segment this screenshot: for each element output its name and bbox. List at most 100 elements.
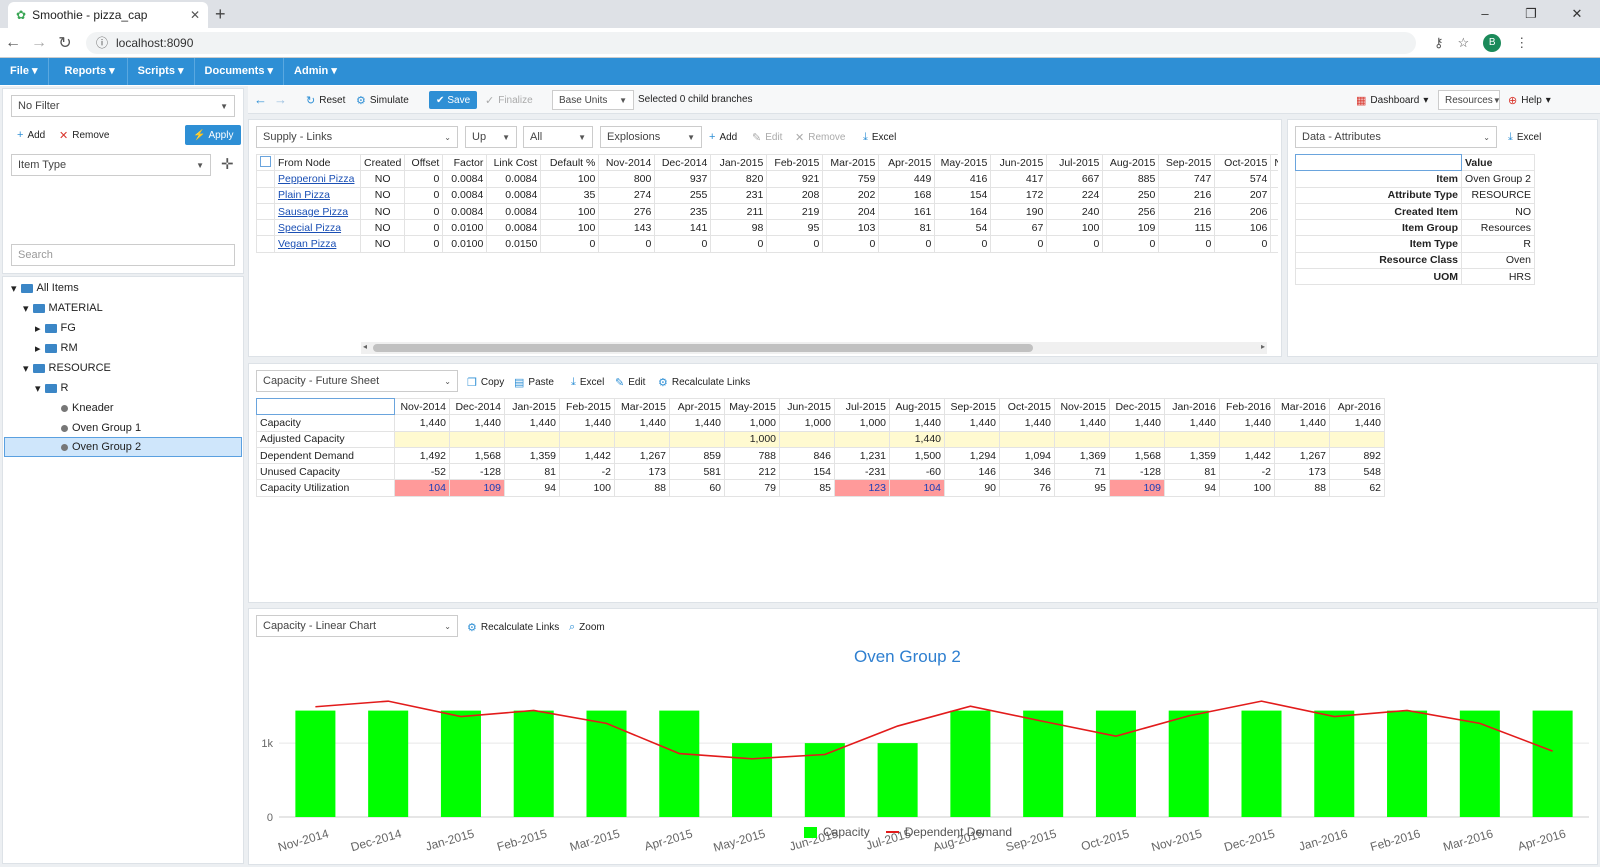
finalize-button[interactable]: ✓ Finalize	[485, 94, 533, 107]
tree-node-resource[interactable]: ▾ RESOURCE	[23, 359, 111, 377]
column-header[interactable]: Aug-2015	[1102, 154, 1160, 172]
capacity-cell[interactable]: 1,442	[1219, 446, 1275, 465]
more-menu-icon[interactable]: ⋮	[1515, 35, 1528, 51]
reload-icon[interactable]: ↻	[52, 33, 78, 53]
remove-link-button[interactable]: ✕ Remove	[795, 131, 845, 144]
attribute-filter-cell[interactable]	[1295, 153, 1462, 172]
capacity-cell[interactable]: 1,440	[889, 414, 945, 432]
attribute-row[interactable]: Attribute Type RESOURCE	[1295, 186, 1535, 204]
capacity-row[interactable]: Unused Capacity -52 -128 81 -2 173 581 212 154 -2…	[256, 463, 1385, 481]
apply-button[interactable]: ⚡ Apply	[185, 125, 242, 145]
star-icon[interactable]: ☆	[1458, 35, 1470, 51]
scroll-right-icon[interactable]: ▸	[1261, 342, 1265, 351]
collapse-arrow-icon[interactable]: ▾	[35, 382, 41, 395]
capacity-cell[interactable]: 173	[614, 463, 670, 481]
menu-admin[interactable]: Admin ▾	[284, 58, 347, 85]
tree-node-all-items[interactable]: ▾ All Items	[11, 279, 79, 297]
supply-excel-button[interactable]: ⤓ Excel	[863, 131, 896, 144]
menu-reports[interactable]: Reports ▾	[49, 58, 128, 85]
close-tab-icon[interactable]: ✕	[190, 8, 200, 22]
move-icon[interactable]: ✛	[221, 155, 234, 173]
capacity-cell[interactable]: 94	[1164, 479, 1220, 497]
from-node-link[interactable]: Plain Pizza	[278, 189, 330, 201]
capacity-cell[interactable]: 548	[1329, 463, 1385, 481]
reset-button[interactable]: ↻ Reset	[306, 94, 345, 107]
capacity-cell[interactable]	[1274, 430, 1330, 448]
table-row[interactable]: Sausage Pizza NO 0 0.0084 0.0084 100 276 235 211…	[256, 202, 1278, 221]
capacity-cell[interactable]	[1164, 430, 1220, 448]
capacity-cell[interactable]: 1,267	[1274, 446, 1330, 465]
column-header[interactable]: Dec-2014	[654, 154, 712, 172]
capacity-cell[interactable]	[559, 430, 615, 448]
capacity-cell[interactable]: 1,440	[559, 414, 615, 432]
capacity-row[interactable]: Adjusted Capacity 1,000 1,440	[256, 430, 1385, 448]
row-select-cell[interactable]	[256, 235, 275, 253]
resources-select[interactable]: Resources ▼	[1438, 90, 1501, 110]
help-button[interactable]: ⊕ Help ▾	[1508, 94, 1551, 107]
simulate-button[interactable]: ⚙ Simulate	[356, 94, 409, 107]
capacity-cell[interactable]: 1,369	[1054, 446, 1110, 465]
capacity-cell[interactable]: -52	[394, 463, 450, 481]
legend-capacity-label[interactable]: Capacity	[823, 825, 870, 839]
capacity-cell[interactable]: 846	[779, 446, 835, 465]
tree-node-r[interactable]: ▾ R	[35, 379, 68, 397]
capacity-cell[interactable]: 1,440	[944, 414, 1000, 432]
capacity-cell[interactable]: 79	[724, 479, 780, 497]
attributes-excel-button[interactable]: ⤓ Excel	[1508, 131, 1541, 144]
close-window-icon[interactable]: ✕	[1554, 0, 1600, 28]
capacity-cell[interactable]: 346	[999, 463, 1055, 481]
scroll-left-icon[interactable]: ◂	[363, 342, 367, 351]
row-select-cell[interactable]	[256, 186, 275, 204]
capacity-cell[interactable]: 173	[1274, 463, 1330, 481]
column-header[interactable]: May-2015	[934, 154, 992, 172]
capacity-cell[interactable]: 1,442	[559, 446, 615, 465]
capacity-cell[interactable]: 109	[449, 479, 505, 497]
capacity-cell[interactable]: 1,359	[504, 446, 560, 465]
attribute-row[interactable]: UOM HRS	[1295, 268, 1535, 286]
capacity-cell[interactable]	[1329, 430, 1385, 448]
capacity-cell[interactable]: 1,440	[1109, 414, 1165, 432]
from-node-link[interactable]: Sausage Pizza	[278, 206, 348, 218]
capacity-cell[interactable]: 1,500	[889, 446, 945, 465]
units-select[interactable]: Base Units ▼	[552, 90, 634, 110]
capacity-view-select[interactable]: Capacity - Future Sheet ⌄	[256, 370, 458, 392]
capacity-cell[interactable]: 1,440	[1054, 414, 1110, 432]
tree-node-rm[interactable]: ▸ RM	[35, 339, 78, 357]
capacity-cell[interactable]: 1,440	[1219, 414, 1275, 432]
capacity-cell[interactable]: 88	[1274, 479, 1330, 497]
minimize-icon[interactable]: –	[1462, 0, 1508, 28]
capacity-cell[interactable]	[944, 430, 1000, 448]
capacity-cell[interactable]: 1,440	[1329, 414, 1385, 432]
row-select-cell[interactable]	[256, 202, 275, 221]
capacity-cell[interactable]: 1,094	[999, 446, 1055, 465]
capacity-row[interactable]: Capacity 1,440 1,440 1,440 1,440 1,440 1,440 1,…	[256, 414, 1385, 432]
capacity-cell[interactable]: 123	[834, 479, 890, 497]
mode-select[interactable]: Explosions ▼	[600, 126, 702, 148]
scrollbar-thumb[interactable]	[373, 344, 1033, 352]
capacity-cell[interactable]: 95	[1054, 479, 1110, 497]
new-tab-icon[interactable]: +	[215, 4, 226, 25]
column-header[interactable]: Sep-2015	[1158, 154, 1216, 172]
row-filter-cell[interactable]	[256, 397, 395, 416]
expand-arrow-icon[interactable]: ▸	[35, 342, 41, 355]
capacity-cell[interactable]	[669, 430, 725, 448]
capacity-cell[interactable]: -128	[449, 463, 505, 481]
zoom-button[interactable]: ⌕ Zoom	[569, 621, 605, 634]
forward-icon[interactable]: →	[26, 34, 52, 52]
horizontal-scrollbar[interactable]: ◂ ▸	[361, 342, 1267, 354]
select-all-checkbox[interactable]	[256, 154, 275, 172]
expand-arrow-icon[interactable]: ▸	[35, 322, 41, 335]
capacity-cell[interactable]: 1,440	[1164, 414, 1220, 432]
supply-view-select[interactable]: Supply - Links ⌄	[256, 126, 458, 148]
capacity-cell[interactable]: 1,440	[669, 414, 725, 432]
table-row[interactable]: Plain Pizza NO 0 0.0084 0.0084 35 274 255 231 208…	[256, 186, 1278, 204]
capacity-cell[interactable]	[504, 430, 560, 448]
capacity-cell[interactable]: 1,000	[779, 414, 835, 432]
column-header[interactable]: N	[1270, 154, 1278, 172]
table-row[interactable]: Vegan Pizza NO 0 0.0100 0.0150 0 0 0 0 0 0 0 0 0 0 0 0 0	[256, 235, 1278, 253]
column-header[interactable]: From Node	[274, 154, 361, 172]
table-row[interactable]: Pepperoni Pizza NO 0 0.0084 0.0084 100 800 937 8…	[256, 170, 1278, 188]
column-header[interactable]: Link Cost	[486, 154, 542, 172]
tree-node-oven-group-2[interactable]: Oven Group 2	[4, 437, 242, 457]
capacity-cell[interactable]: 1,359	[1164, 446, 1220, 465]
